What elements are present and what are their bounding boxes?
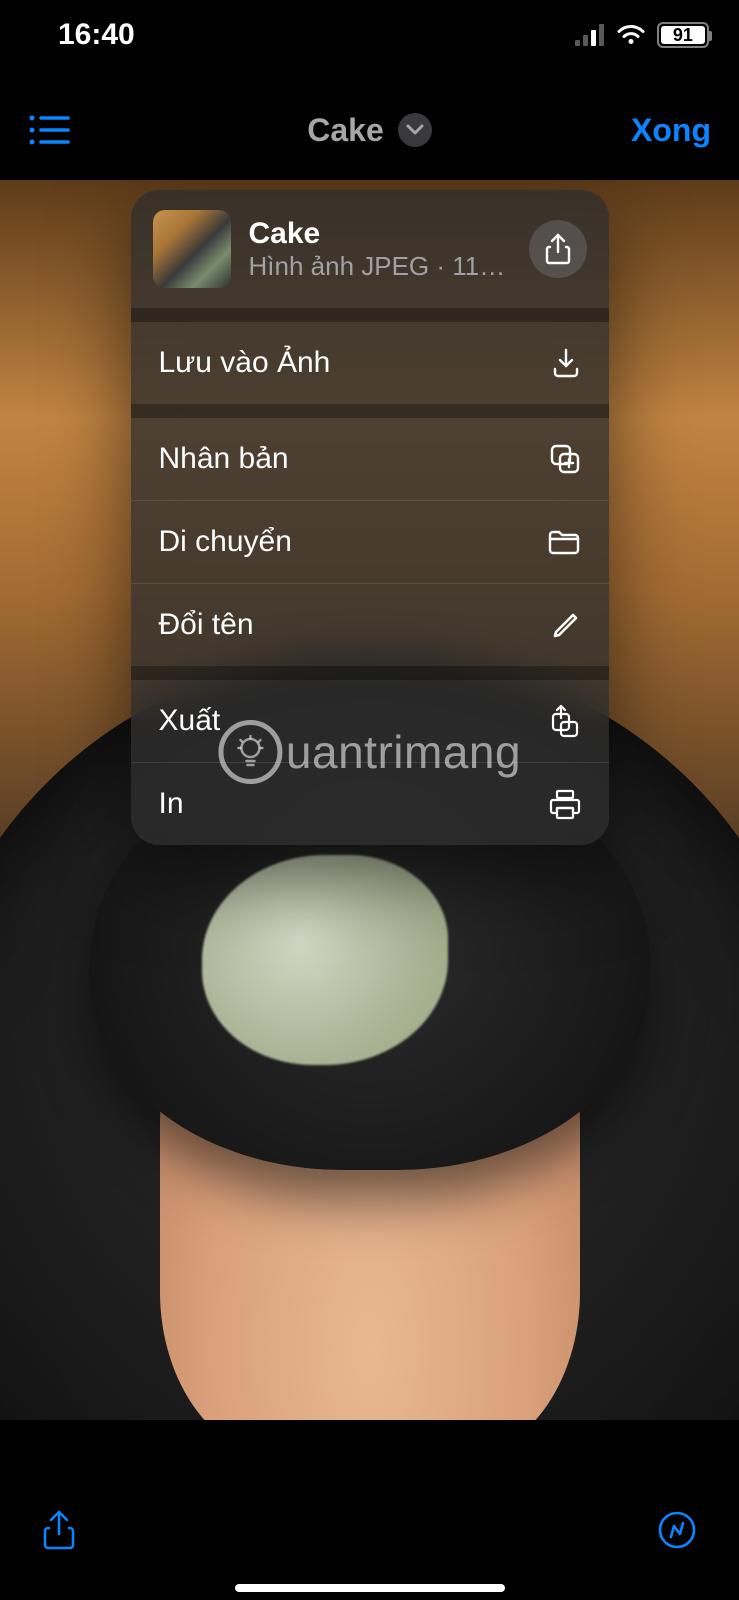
status-bar: 16:40 91 <box>0 0 739 70</box>
export-icon <box>549 704 581 738</box>
menu-header: Cake Hình ảnh JPEG · 11… <box>131 190 609 308</box>
menu-print[interactable]: In <box>131 762 609 845</box>
download-icon <box>551 347 581 379</box>
home-indicator[interactable] <box>235 1584 505 1592</box>
done-button[interactable]: Xong <box>631 112 711 149</box>
printer-icon <box>549 788 581 820</box>
menu-move[interactable]: Di chuyển <box>131 500 609 583</box>
battery-indicator: 91 <box>657 22 709 48</box>
pencil-icon <box>551 610 581 640</box>
status-right: 91 <box>575 22 709 48</box>
toolbar-markup-button[interactable] <box>657 1510 697 1550</box>
file-meta: Hình ảnh JPEG · 11… <box>249 251 511 282</box>
cellular-icon <box>575 24 605 46</box>
toolbar-share-button[interactable] <box>42 1509 76 1551</box>
page-title: Cake <box>307 112 384 149</box>
menu-save-to-photos[interactable]: Lưu vào Ảnh <box>131 322 609 404</box>
battery-percent: 91 <box>661 26 705 44</box>
duplicate-icon <box>549 443 581 475</box>
menu-label: Lưu vào Ảnh <box>159 346 551 380</box>
title-chevron-down-icon[interactable] <box>398 113 432 147</box>
status-time: 16:40 <box>58 18 135 52</box>
nav-bar: Cake Xong <box>0 95 739 165</box>
file-thumbnail <box>153 210 231 288</box>
bottom-toolbar <box>0 1480 739 1580</box>
list-icon[interactable] <box>28 114 70 146</box>
menu-export[interactable]: Xuất <box>131 680 609 762</box>
menu-rename[interactable]: Đổi tên <box>131 583 609 666</box>
menu-label: Đổi tên <box>159 608 551 642</box>
menu-label: In <box>159 787 549 821</box>
file-name: Cake <box>249 217 511 251</box>
folder-icon <box>547 528 581 556</box>
wifi-icon <box>615 23 647 47</box>
menu-label: Xuất <box>159 704 549 738</box>
share-button[interactable] <box>529 220 587 278</box>
menu-label: Di chuyển <box>159 525 547 559</box>
context-menu: Cake Hình ảnh JPEG · 11… Lưu vào Ảnh <box>131 190 609 845</box>
menu-label: Nhân bản <box>159 442 549 476</box>
share-icon <box>545 233 571 265</box>
menu-duplicate[interactable]: Nhân bản <box>131 418 609 500</box>
